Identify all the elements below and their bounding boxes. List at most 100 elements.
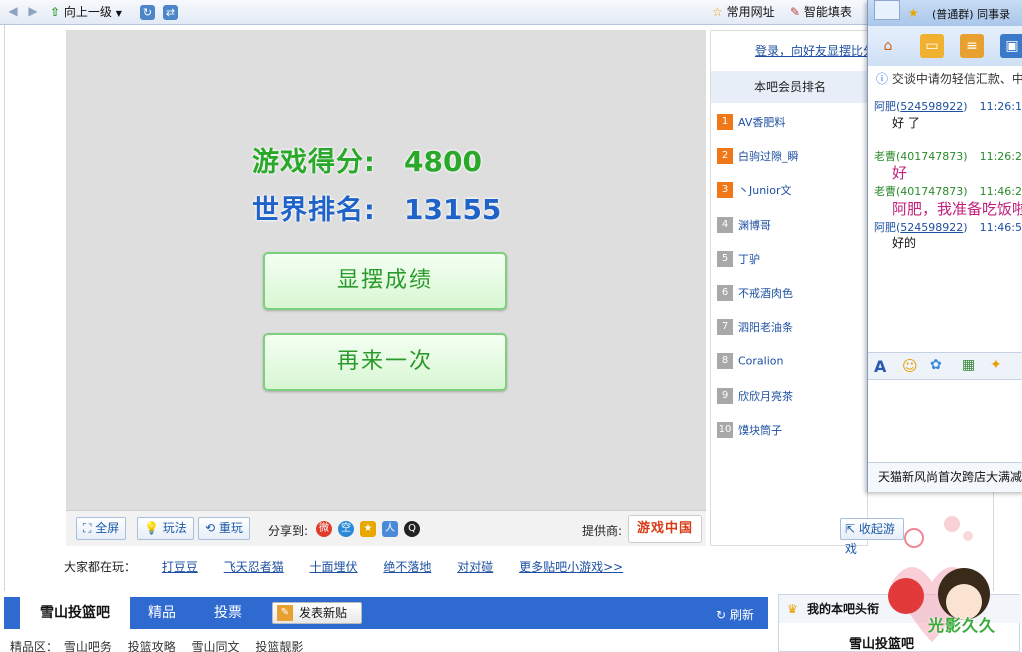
sender-qq-number[interactable]: 524598922 [900, 100, 963, 113]
font-icon[interactable]: A [874, 357, 886, 376]
ranking-item[interactable]: 5 丁驴 [717, 250, 760, 269]
watermark-logo: 光影久久 [872, 512, 1022, 652]
info-icon: ⓘ [876, 72, 889, 86]
qzone-icon[interactable]: 空 [338, 521, 354, 537]
login-link[interactable]: 登录，向好友显摆比分 [755, 42, 875, 59]
rank-player-name[interactable]: Coralion [738, 355, 784, 368]
chat-input-area[interactable] [868, 381, 1022, 461]
game-link[interactable]: 飞天忍者猫 [224, 560, 284, 574]
rank-number-badge: 9 [717, 387, 733, 404]
message-header: 老曹(401747873)11:46:24 [874, 183, 1022, 199]
up-level-button[interactable]: ⇧ 向上一级 ▼ [50, 4, 122, 21]
show-off-button[interactable]: 显摆成绩 [263, 252, 507, 310]
ranking-item[interactable]: 6 不戒酒肉色 [717, 285, 793, 303]
back-arrow-icon[interactable]: ◀ [6, 4, 20, 18]
sender-qq-number[interactable]: 524598922 [900, 221, 963, 234]
ranking-item[interactable]: 10 馍块筒子 [717, 421, 782, 440]
fullscreen-icon: ⛶ [83, 521, 92, 535]
replay-button[interactable]: ⟲ 重玩 [198, 517, 250, 540]
forward-arrow-icon[interactable]: ▶ [26, 4, 40, 18]
qq-penguin-icon[interactable]: Q [404, 521, 420, 537]
play-again-button[interactable]: 再来一次 [263, 333, 507, 391]
ranking-item[interactable]: 9 欣欣月亮茶 [717, 387, 793, 406]
featured-link[interactable]: 投篮靓影 [255, 640, 303, 652]
star-icon: ☆ [712, 5, 723, 19]
message-text: 阿肥，我准备吃饭啦 [892, 200, 1022, 218]
rank-player-name[interactable]: 丶Junior文 [738, 184, 792, 197]
sender-name[interactable]: 阿肥 [874, 221, 896, 234]
featured-link[interactable]: 投篮攻略 [128, 640, 176, 652]
favorites-button[interactable]: ☆ 常用网址 [712, 4, 775, 21]
rank-player-name[interactable]: 馍块筒子 [738, 424, 782, 437]
fullscreen-button[interactable]: ⛶ 全屏 [76, 517, 127, 540]
ranking-item[interactable]: 3 丶Junior文 [717, 182, 792, 200]
rank-player-name[interactable]: AV香肥料 [738, 116, 785, 129]
provider-label: 提供商: [582, 524, 623, 538]
sender-qq-number[interactable]: 401747873 [900, 150, 963, 163]
tab-vote[interactable]: 投票 [214, 597, 242, 629]
featured-link[interactable]: 雪山吧务 [64, 640, 112, 652]
sender-name[interactable]: 老曹 [874, 185, 896, 198]
game-link[interactable]: 绝不落地 [383, 560, 431, 574]
ranking-item[interactable]: 8 Coralion [717, 353, 784, 371]
howto-button[interactable]: 💡 玩法 [137, 517, 194, 540]
message-text: 好的 [892, 236, 917, 250]
weibo-icon[interactable]: 微 [316, 521, 332, 537]
game-link[interactable]: 十面埋伏 [310, 560, 358, 574]
emoji-icon[interactable]: ☺ [902, 357, 918, 375]
ranking-item[interactable]: 4 渊博哥 [717, 216, 771, 235]
new-post-button[interactable]: ✎ 发表新贴 [272, 602, 362, 624]
rank-number-badge: 10 [717, 421, 733, 438]
ranking-panel: 登录，向好友显摆比分 本吧会员排名 1 AV香肥料 2 白驹过隙_瞬 3 丶Junior文… [710, 30, 875, 546]
document-icon[interactable]: ≡ [960, 34, 984, 58]
renren-icon[interactable]: 人 [382, 521, 398, 537]
home-icon[interactable]: ⌂ [876, 34, 900, 58]
message-header: 阿肥(524598922)11:26:13 [874, 98, 1022, 114]
tab-forum-home[interactable]: 雪山投篮吧 [20, 597, 130, 629]
star-share-icon[interactable]: ★ [360, 521, 376, 537]
rank-number-badge: 7 [717, 319, 733, 336]
ranking-item[interactable]: 1 AV香肥料 [717, 114, 785, 132]
shake-icon[interactable]: ✦ [990, 357, 1002, 373]
sender-name[interactable]: 阿肥 [874, 100, 896, 113]
rank-player-name[interactable]: 渊博哥 [738, 219, 771, 232]
rank-number-badge: 1 [717, 114, 733, 130]
ranking-item[interactable]: 2 白驹过隙_瞬 [717, 148, 799, 166]
rank-number-badge: 4 [717, 216, 733, 233]
game-link[interactable]: 对对碰 [457, 560, 493, 574]
rank-player-name[interactable]: 白驹过隙_瞬 [738, 150, 799, 163]
provider-logo[interactable]: 游戏中国 [628, 515, 702, 543]
qq-ad-footer[interactable]: 天猫新风尚首次跨店大满减 [868, 462, 1022, 492]
rank-player-name[interactable]: 丁驴 [738, 253, 760, 266]
score-value: 4800 [404, 145, 482, 178]
qq-toolbar: ⌂ ▭ ≡ ▣ [868, 26, 1022, 66]
sync-icon[interactable]: ⇄ [163, 5, 178, 20]
refresh-link[interactable]: ↻ 刷新 [716, 606, 754, 623]
refresh-small-icon: ↻ [716, 608, 727, 622]
rank-player-name[interactable]: 不戒酒肉色 [738, 287, 793, 300]
more-games-link[interactable]: 更多贴吧小游戏>> [519, 560, 623, 574]
rank-number-badge: 2 [717, 148, 733, 165]
smart-fill-button[interactable]: ✎ 智能填表 [790, 4, 852, 21]
game-canvas[interactable]: 游戏得分: 4800 世界排名: 13155 显摆成绩 再来一次 [66, 30, 706, 510]
rank-player-name[interactable]: 欣欣月亮茶 [738, 390, 793, 403]
tab-featured[interactable]: 精品 [148, 597, 176, 629]
wand-icon: ✎ [790, 5, 801, 19]
game-link[interactable]: 打豆豆 [162, 560, 198, 574]
featured-link[interactable]: 雪山同文 [192, 640, 240, 652]
message-text: 好 了 [892, 116, 920, 130]
refresh-icon[interactable]: ↻ [140, 5, 155, 20]
magic-emoji-icon[interactable]: ✿ [930, 357, 942, 373]
sender-qq-number[interactable]: 401747873 [900, 185, 963, 198]
message-header: 阿肥(524598922)11:46:53 [874, 219, 1022, 235]
rank-player-name[interactable]: 泗阳老油条 [738, 321, 793, 334]
featured-label: 精品区： [10, 640, 59, 652]
image-icon[interactable]: ▦ [962, 357, 975, 373]
folder-icon[interactable]: ▭ [920, 34, 944, 58]
score-row: 游戏得分: 4800 [252, 140, 482, 179]
qq-chat-header[interactable]: ★ (普通群) 同事录 [868, 0, 1022, 26]
group-avatar[interactable] [874, 0, 900, 20]
ranking-item[interactable]: 7 泗阳老油条 [717, 319, 793, 337]
rank-value: 13155 [404, 193, 502, 226]
screen-icon[interactable]: ▣ [1000, 34, 1022, 58]
